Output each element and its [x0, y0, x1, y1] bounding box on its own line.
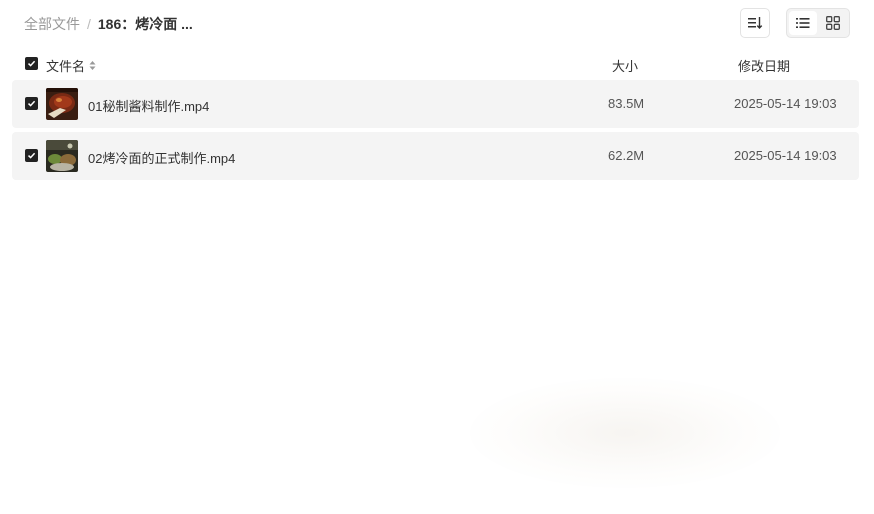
column-header-name-label: 文件名: [46, 59, 86, 74]
file-browser: 全部文件 / 186：烤冷面 ... 文件名 大小 修改日期 01秘制酱料制作.…: [0, 0, 874, 514]
row-checkbox[interactable]: [25, 149, 38, 162]
breadcrumb: 全部文件 / 186：烤冷面 ...: [24, 14, 193, 34]
select-all-checkbox[interactable]: [25, 57, 38, 70]
video-thumbnail: [46, 88, 78, 120]
sort-button[interactable]: [740, 8, 770, 38]
grid-view-icon: [826, 16, 840, 30]
file-name[interactable]: 02烤冷面的正式制作.mp4: [88, 148, 235, 167]
file-size: 62.2M: [608, 148, 645, 163]
sort-toggle-icon[interactable]: [89, 60, 96, 71]
list-view-button[interactable]: [789, 11, 817, 35]
checkmark-icon: [27, 100, 36, 107]
list-view-icon: [796, 18, 810, 28]
column-header-size[interactable]: 大小: [612, 56, 638, 75]
table-row[interactable]: 01秘制酱料制作.mp4 83.5M 2025-05-14 19:03: [12, 80, 859, 128]
file-modified-date: 2025-05-14 19:03: [734, 96, 837, 111]
table-row[interactable]: 02烤冷面的正式制作.mp4 62.2M 2025-05-14 19:03: [12, 132, 859, 180]
table-header: 文件名 大小 修改日期: [12, 52, 859, 76]
breadcrumb-root[interactable]: 全部文件: [24, 14, 80, 34]
sort-icon: [748, 17, 763, 30]
checkmark-icon: [27, 60, 36, 67]
checkmark-icon: [27, 152, 36, 159]
toolbar: [740, 8, 850, 38]
file-name[interactable]: 01秘制酱料制作.mp4: [88, 96, 209, 115]
grid-view-button[interactable]: [819, 11, 847, 35]
row-checkbox[interactable]: [25, 97, 38, 110]
file-size: 83.5M: [608, 96, 645, 111]
breadcrumb-current: 186：烤冷面 ...: [97, 16, 193, 32]
view-toggle: [786, 8, 850, 38]
video-thumbnail: [46, 140, 78, 172]
column-header-name[interactable]: 文件名: [46, 56, 96, 75]
column-header-date[interactable]: 修改日期: [738, 56, 790, 75]
background-glow: [470, 378, 780, 488]
file-modified-date: 2025-05-14 19:03: [734, 148, 837, 163]
breadcrumb-separator: /: [87, 16, 91, 32]
